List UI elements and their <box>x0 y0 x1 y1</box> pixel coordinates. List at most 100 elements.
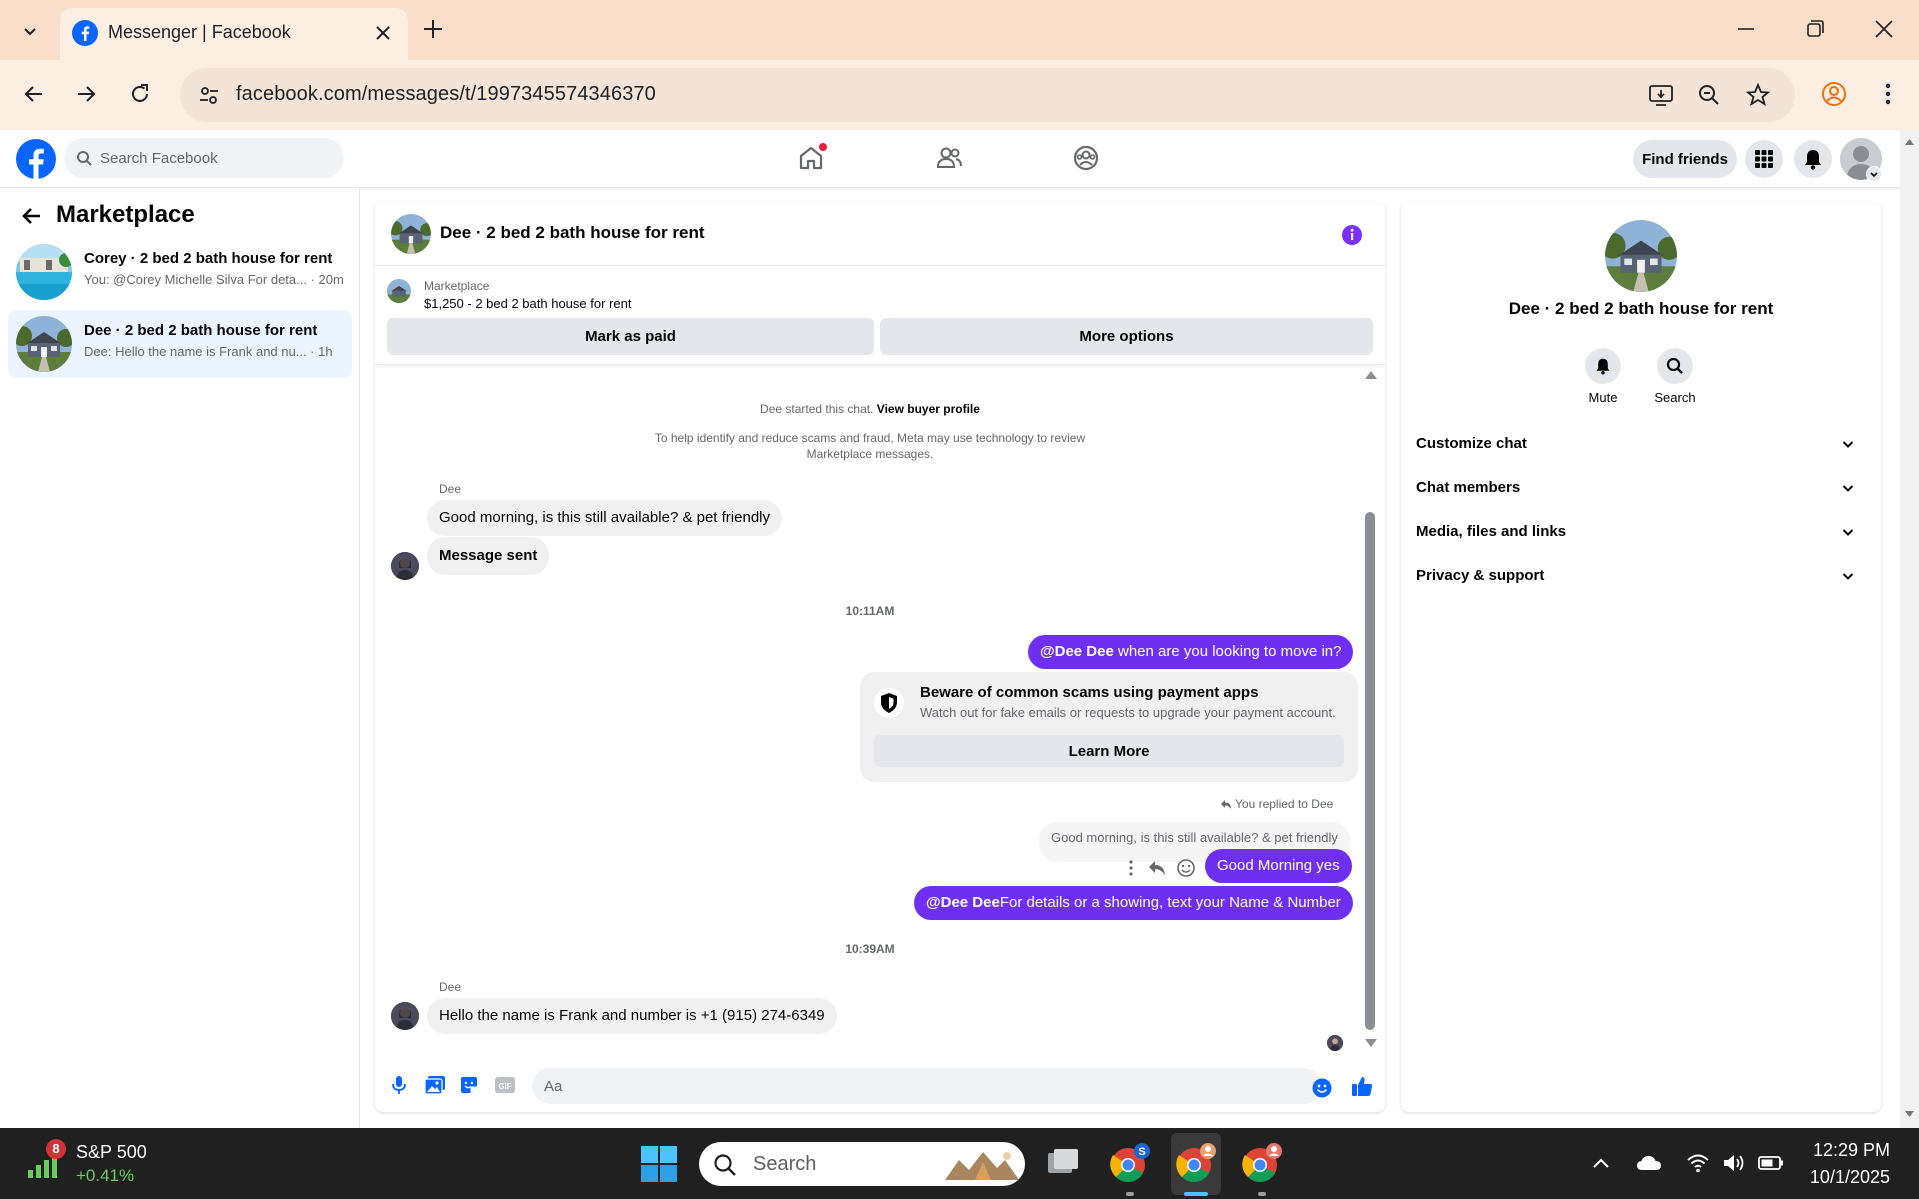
message-text: For details or a showing, text your Name… <box>999 894 1341 911</box>
conversation-item-corey[interactable]: Corey · 2 bed 2 bath house for rent You:… <box>8 238 352 306</box>
facebook-search-box[interactable]: Search Facebook <box>64 138 344 178</box>
new-tab-plus-icon[interactable] <box>420 16 446 42</box>
reply-arrow-icon <box>1221 800 1231 809</box>
stock-change: +0.41% <box>76 1166 135 1185</box>
chevron-up-icon[interactable] <box>1590 1152 1612 1174</box>
find-friends-button[interactable]: Find friends <box>1633 140 1737 178</box>
mention[interactable]: @Dee Dee <box>926 894 1000 911</box>
info-icon[interactable] <box>1341 224 1363 246</box>
address-bar[interactable]: facebook.com/messages/t/1997345574346370 <box>180 68 1795 122</box>
more-options-button[interactable]: More options <box>880 318 1373 355</box>
reload-icon[interactable] <box>128 82 152 106</box>
account-chevron-icon[interactable] <box>1866 166 1882 182</box>
thumbs-up-icon[interactable] <box>1350 1074 1374 1098</box>
zoom-icon[interactable] <box>1697 83 1721 107</box>
replied-to-text: You replied to Dee <box>1235 797 1334 811</box>
chat-scroll-down-icon[interactable] <box>1364 1038 1378 1048</box>
conversation-name: Corey · 2 bed 2 bath house for rent <box>84 250 333 267</box>
microphone-icon[interactable] <box>389 1075 409 1095</box>
profile-icon[interactable] <box>1820 80 1848 108</box>
page-scrollbar[interactable] <box>1900 130 1919 1128</box>
media-files-links-section[interactable]: Media, files and links <box>1409 510 1873 554</box>
listing-avatar[interactable] <box>1605 220 1677 292</box>
groups-icon[interactable] <box>1072 144 1100 172</box>
search-highlight-art-icon <box>945 1152 1019 1180</box>
listing-price-title[interactable]: $1,250 - 2 bed 2 bath house for rent <box>424 296 631 311</box>
chat-avatar[interactable] <box>391 214 431 254</box>
install-app-icon[interactable] <box>1648 83 1674 107</box>
outgoing-message[interactable]: Good Morning yes <box>1205 849 1352 883</box>
menu-grid-button[interactable] <box>1745 140 1783 178</box>
volume-icon[interactable] <box>1722 1152 1748 1174</box>
close-icon[interactable] <box>372 22 394 44</box>
shield-icon <box>874 688 904 718</box>
incoming-message[interactable]: Good morning, is this still available? &… <box>427 500 782 536</box>
back-arrow-icon[interactable] <box>20 204 44 228</box>
conversation-list-panel: Marketplace Corey · 2 bed 2 bath house f… <box>0 188 360 1128</box>
emoji-icon[interactable] <box>1312 1078 1332 1098</box>
chat-members-section[interactable]: Chat members <box>1409 466 1873 510</box>
mention[interactable]: @Dee Dee <box>1040 643 1114 660</box>
message-input[interactable] <box>532 1068 1322 1104</box>
minimize-window-icon[interactable] <box>1735 18 1757 40</box>
photo-icon[interactable] <box>424 1075 446 1095</box>
reply-icon[interactable] <box>1147 858 1167 878</box>
gif-icon[interactable]: GIF <box>494 1075 516 1095</box>
chat-title[interactable]: Dee · 2 bed 2 bath house for rent <box>440 223 705 243</box>
browser-tab-messenger[interactable]: Messenger | Facebook <box>60 8 408 60</box>
clock-date[interactable]: 10/1/2025 <box>1789 1167 1890 1188</box>
mute-label: Mute <box>1588 390 1618 405</box>
listing-thumbnail[interactable] <box>387 279 411 303</box>
windows-start-icon[interactable] <box>640 1145 678 1183</box>
friends-icon[interactable] <box>935 144 963 172</box>
outgoing-message[interactable]: @Dee Dee when are you looking to move in… <box>1028 635 1354 669</box>
tab-search-button[interactable] <box>8 14 52 48</box>
panel-title: Marketplace <box>56 201 195 228</box>
scroll-down-icon[interactable] <box>1904 1110 1915 1118</box>
learn-more-button[interactable]: Learn More <box>874 735 1344 767</box>
marketplace-label: Marketplace <box>424 279 490 293</box>
facebook-logo-icon[interactable] <box>16 139 56 179</box>
search-in-chat-button[interactable]: Search <box>1645 348 1705 405</box>
back-arrow-icon[interactable] <box>22 82 46 106</box>
chrome-active-icon[interactable] <box>1174 1141 1218 1185</box>
customize-chat-section[interactable]: Customize chat <box>1409 422 1873 466</box>
chrome-profile-icon[interactable] <box>1240 1141 1284 1185</box>
conversation-item-dee[interactable]: Dee · 2 bed 2 bath house for rent Dee: H… <box>8 310 352 378</box>
battery-icon[interactable] <box>1758 1152 1784 1174</box>
sender-avatar[interactable] <box>391 552 419 580</box>
more-menu-icon[interactable] <box>1876 80 1900 108</box>
svg-text:S: S <box>1138 1146 1145 1158</box>
forward-arrow-icon[interactable] <box>74 82 98 106</box>
seen-indicator-avatar <box>1327 1035 1343 1051</box>
outgoing-message[interactable]: @Dee DeeFor details or a showing, text y… <box>914 886 1353 920</box>
chrome-profile-s-icon[interactable]: S <box>1108 1141 1152 1185</box>
scroll-up-icon[interactable] <box>1904 138 1915 146</box>
mute-button[interactable]: Mute <box>1573 348 1633 405</box>
info-panel-title: Dee · 2 bed 2 bath house for rent <box>1508 299 1774 318</box>
stock-name[interactable]: S&P 500 <box>76 1142 147 1163</box>
view-buyer-profile-link[interactable]: View buyer profile <box>877 402 980 416</box>
onedrive-cloud-icon[interactable] <box>1636 1152 1662 1174</box>
notifications-button[interactable] <box>1794 140 1832 178</box>
incoming-message[interactable]: Message sent <box>427 537 550 575</box>
task-view-icon[interactable] <box>1042 1141 1084 1183</box>
incoming-message[interactable]: Hello the name is Frank and number is +1… <box>427 998 837 1034</box>
site-info-icon[interactable] <box>198 84 220 106</box>
clock-time[interactable]: 12:29 PM <box>1804 1140 1890 1161</box>
app-running-indicator <box>1258 1192 1266 1196</box>
privacy-support-section[interactable]: Privacy & support <box>1409 554 1873 598</box>
sticker-icon[interactable] <box>459 1075 479 1095</box>
react-emoji-icon[interactable] <box>1176 858 1196 878</box>
chat-scroll-up-icon[interactable] <box>1364 370 1378 380</box>
restore-window-icon[interactable] <box>1804 18 1826 40</box>
bookmark-star-icon[interactable] <box>1746 83 1770 107</box>
taskbar-search-placeholder: Search <box>753 1153 817 1175</box>
taskbar-search-box[interactable]: Search <box>699 1142 1025 1186</box>
sender-avatar[interactable] <box>391 1002 419 1030</box>
mark-as-paid-button[interactable]: Mark as paid <box>387 318 874 355</box>
close-window-icon[interactable] <box>1873 18 1895 40</box>
chat-scrollbar-thumb[interactable] <box>1365 512 1375 1030</box>
more-actions-icon[interactable] <box>1124 858 1138 878</box>
wifi-icon[interactable] <box>1686 1152 1710 1174</box>
